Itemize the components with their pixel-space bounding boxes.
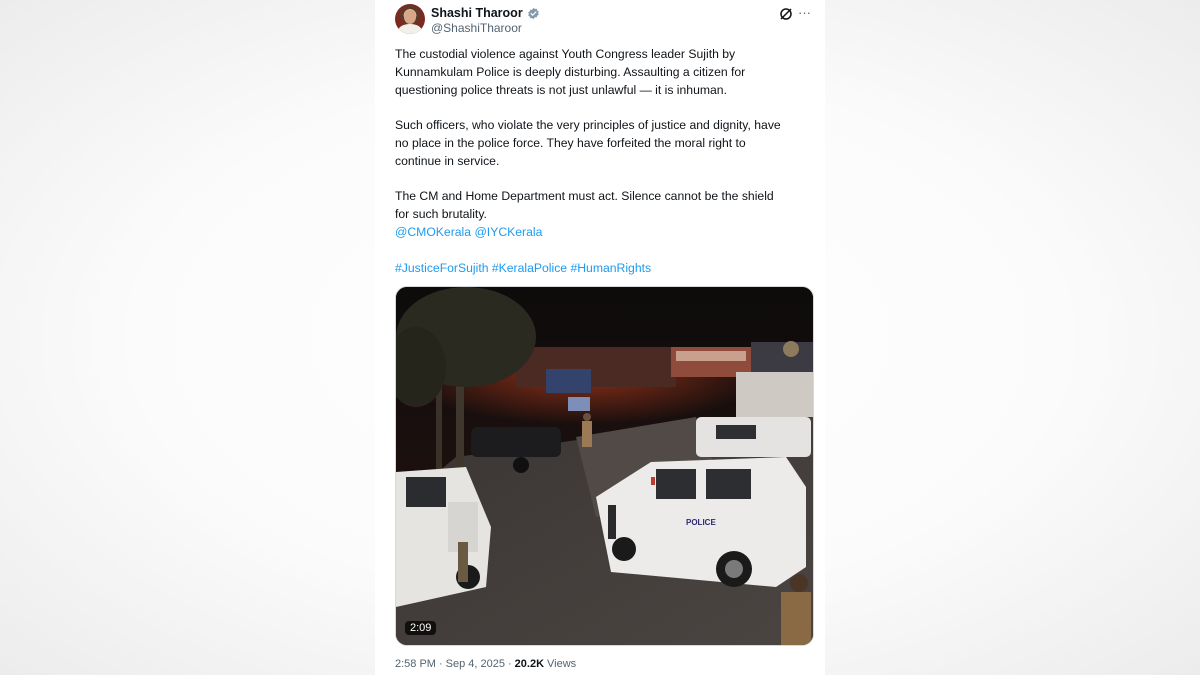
more-icon[interactable]: ··· [798, 5, 814, 21]
author-name-row: Shashi Tharoor [431, 6, 540, 20]
author-handle[interactable]: @ShashiTharoor [431, 21, 522, 35]
tweet-text-line: questioning police threats is not just u… [395, 82, 727, 97]
tweet-body: The custodial violence against Youth Con… [395, 46, 820, 277]
author-display-name[interactable]: Shashi Tharoor [431, 6, 523, 20]
tweet-time[interactable]: 2:58 PM [395, 658, 436, 670]
mentions-line: @CMOKerala @IYCKerala [395, 224, 820, 242]
views-count: 20.2K [514, 658, 545, 670]
views-label: Views [547, 658, 577, 670]
police-vehicle-label: POLICE [686, 518, 716, 527]
mention-link[interactable]: @CMOKerala [395, 225, 471, 239]
grok-icon[interactable] [778, 6, 794, 22]
tweet-text-line: for such brutality. [395, 207, 487, 222]
avatar-body [398, 24, 422, 34]
verified-badge-icon [527, 7, 539, 19]
hashtag-link[interactable]: #KeralaPolice [492, 261, 567, 275]
tweet-text-line: no place in the police force. They have … [395, 135, 746, 150]
avatar[interactable] [395, 4, 425, 34]
tweet-text-line: Kunnamkulam Police is deeply disturbing.… [395, 64, 746, 79]
tweet-text-line: The CM and Home Department must act. Sil… [395, 189, 774, 204]
tweet-meta: 2:58 PM · Sep 4, 2025 · 20.2K Views [395, 658, 576, 670]
meta-separator: · [507, 658, 512, 670]
tweet-card: Shashi Tharoor @ShashiTharoor ··· The cu… [375, 0, 825, 675]
hashtag-link[interactable]: #JusticeForSujith [395, 261, 488, 275]
video-thumbnail: POLICE [396, 287, 813, 645]
video-player[interactable]: POLICE 2:09 [395, 286, 814, 646]
avatar-face [404, 10, 416, 24]
hashtags-line: #JusticeForSujith #KeralaPolice #HumanRi… [395, 260, 820, 278]
mention-link[interactable]: @IYCKerala [474, 225, 542, 239]
tweet-date[interactable]: Sep 4, 2025 [446, 658, 505, 670]
tweet-text-line: continue in service. [395, 153, 500, 168]
hashtag-link[interactable]: #HumanRights [570, 261, 651, 275]
meta-separator: · [438, 658, 443, 670]
video-duration-badge: 2:09 [405, 621, 437, 635]
tweet-text-line: The custodial violence against Youth Con… [395, 47, 736, 61]
tweet-text-line: Such officers, who violate the very prin… [395, 118, 781, 133]
